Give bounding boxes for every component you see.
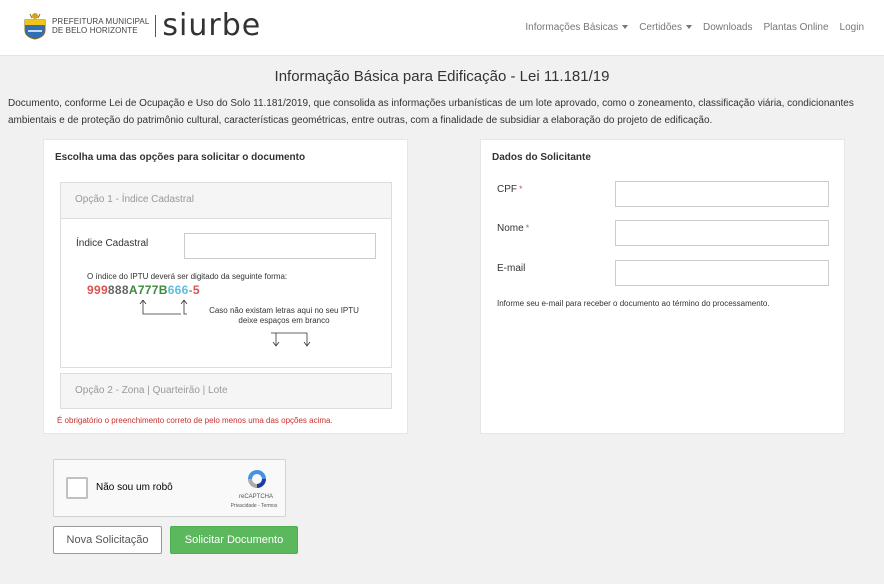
name-label-text: Nome xyxy=(497,223,524,234)
logo-divider xyxy=(155,15,157,37)
cpf-input[interactable] xyxy=(615,181,829,207)
cpf-label-text: CPF xyxy=(497,184,517,195)
example-part: 666 xyxy=(167,283,189,297)
nav-item-label: Certidões xyxy=(639,22,682,33)
required-marker: * xyxy=(519,184,523,194)
top-navbar: PREFEITURA MUNICIPAL DE BELO HORIZONTE s… xyxy=(0,0,884,56)
email-input[interactable] xyxy=(615,260,829,286)
blank-letters-note: Caso não existam letras aqui no seu IPTU… xyxy=(189,306,379,326)
required-marker: * xyxy=(525,223,530,233)
main-nav: Informações Básicas Certidões Downloads … xyxy=(525,22,864,33)
name-input[interactable] xyxy=(615,220,829,246)
cadastral-index-label: Índice Cadastral xyxy=(76,238,149,249)
cpf-label: CPF * xyxy=(497,184,523,195)
caret-down-icon xyxy=(622,25,629,30)
nav-item-downloads[interactable]: Downloads xyxy=(703,22,752,33)
note-line1: Caso não existam letras aqui no seu IPTU xyxy=(209,306,359,315)
option1-header[interactable]: Opção 1 - Índice Cadastral xyxy=(61,183,391,219)
email-help-text: Informe seu e-mail para receber o docume… xyxy=(497,299,770,308)
recaptcha-brand: reCAPTCHA xyxy=(238,494,273,500)
recaptcha-links[interactable]: Privacidade - Termos xyxy=(222,503,286,509)
submit-request-button[interactable]: Solicitar Documento xyxy=(170,526,298,554)
example-part: 888 xyxy=(107,283,129,297)
nav-item-certidoes[interactable]: Certidões xyxy=(639,22,692,33)
example-part: 999 xyxy=(87,283,108,297)
recaptcha-checkbox[interactable] xyxy=(66,477,88,499)
iptu-format-hint: O índice do IPTU deverá ser digitado da … xyxy=(87,272,288,281)
option2-header[interactable]: Opção 2 - Zona | Quarteirão | Lote xyxy=(60,373,392,409)
site-logo[interactable]: PREFEITURA MUNICIPAL DE BELO HORIZONTE s… xyxy=(22,8,262,43)
org-name: PREFEITURA MUNICIPAL DE BELO HORIZONTE xyxy=(52,17,149,35)
cadastral-index-input[interactable] xyxy=(184,233,376,259)
recaptcha-widget: Não sou um robô reCAPTCHA Privacidade - … xyxy=(53,459,286,517)
email-label: E-mail xyxy=(497,263,525,274)
page-description: Documento, conforme Lei de Ocupação e Us… xyxy=(8,98,854,126)
name-label: Nome * xyxy=(497,223,529,234)
example-part: 5 xyxy=(192,283,200,297)
nav-item-plantas-online[interactable]: Plantas Online xyxy=(763,22,828,33)
nav-item-login[interactable]: Login xyxy=(840,22,864,33)
recaptcha-logo-icon xyxy=(248,470,266,488)
brand-name: siurbe xyxy=(162,8,262,43)
document-options-panel: Escolha uma das opções para solicitar o … xyxy=(43,139,408,434)
iptu-example-with-letters: 999888A777B666-5 xyxy=(87,283,200,297)
example-part: B xyxy=(158,283,168,297)
caret-down-icon xyxy=(686,25,692,30)
page-title: Informação Básica para Edificação - Lei … xyxy=(274,68,610,85)
required-option-message: É obrigatório o preenchimento correto de… xyxy=(57,416,333,425)
nav-item-label: Informações Básicas xyxy=(525,22,619,33)
org-name-line2: DE BELO HORIZONTE xyxy=(52,26,138,35)
example-part: 777 xyxy=(137,283,159,297)
requester-panel-title: Dados do Solicitante xyxy=(492,152,591,163)
options-panel-title: Escolha uma das opções para solicitar o … xyxy=(55,152,306,163)
option1-accordion: Opção 1 - Índice Cadastral Índice Cadast… xyxy=(60,182,392,396)
requester-data-panel: Dados do Solicitante CPF * Nome * E-mail I… xyxy=(480,139,845,434)
city-crest-icon xyxy=(22,12,48,40)
nav-item-informacoes-basicas[interactable]: Informações Básicas xyxy=(525,22,629,33)
recaptcha-label: Não sou um robô xyxy=(96,482,173,493)
email-label-text: E-mail xyxy=(497,263,526,274)
new-request-button[interactable]: Nova Solicitação xyxy=(53,526,162,554)
example-part: A xyxy=(128,283,138,297)
note-line2: deixe espaços em branco xyxy=(238,316,330,325)
org-name-line1: PREFEITURA MUNICIPAL xyxy=(52,17,150,26)
